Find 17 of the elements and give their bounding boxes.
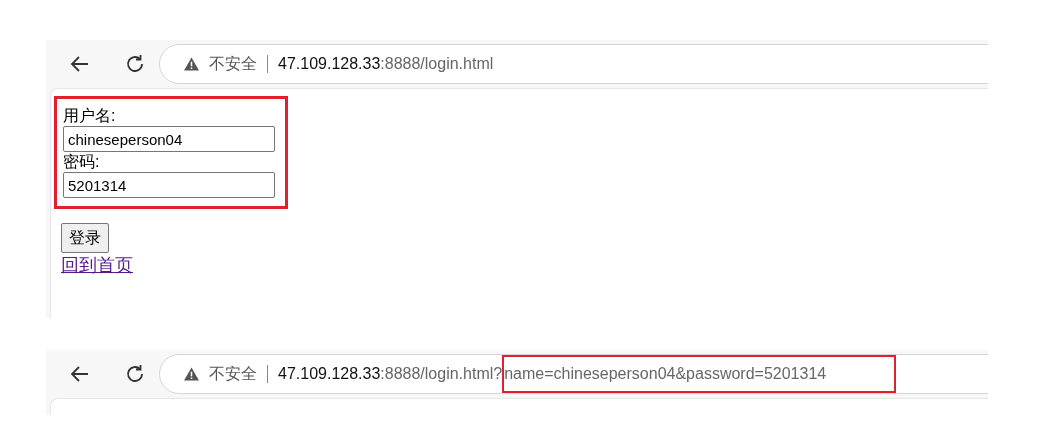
address-bar[interactable]: 不安全 47.109.128.33:8888/login.html?name=chineseperson04&password=5201314 bbox=[159, 354, 988, 394]
field-label: 用户名: bbox=[63, 106, 117, 126]
security-label: 不安全 bbox=[209, 364, 257, 384]
field-label: 密码: bbox=[63, 152, 101, 172]
input-field[interactable]: 5201314 bbox=[63, 172, 275, 198]
input-field[interactable]: chineseperson04 bbox=[63, 126, 275, 152]
url-text: 47.109.128.33 bbox=[278, 364, 381, 384]
login-button[interactable]: 登录 bbox=[61, 223, 109, 253]
security-label: 不安全 bbox=[209, 54, 257, 74]
url-text: :8888/login.html? bbox=[380, 364, 503, 384]
url-text: name=chineseperson04&password=5201314 bbox=[502, 355, 897, 393]
warning-icon bbox=[184, 367, 199, 381]
url-text: :8888/login.html bbox=[380, 54, 494, 74]
address-bar[interactable]: 不安全 47.109.128.33:8888/login.html bbox=[159, 44, 988, 84]
url-text: 47.109.128.33 bbox=[278, 54, 381, 74]
home-link[interactable]: 回到首页 bbox=[61, 255, 133, 275]
warning-icon bbox=[184, 57, 199, 71]
